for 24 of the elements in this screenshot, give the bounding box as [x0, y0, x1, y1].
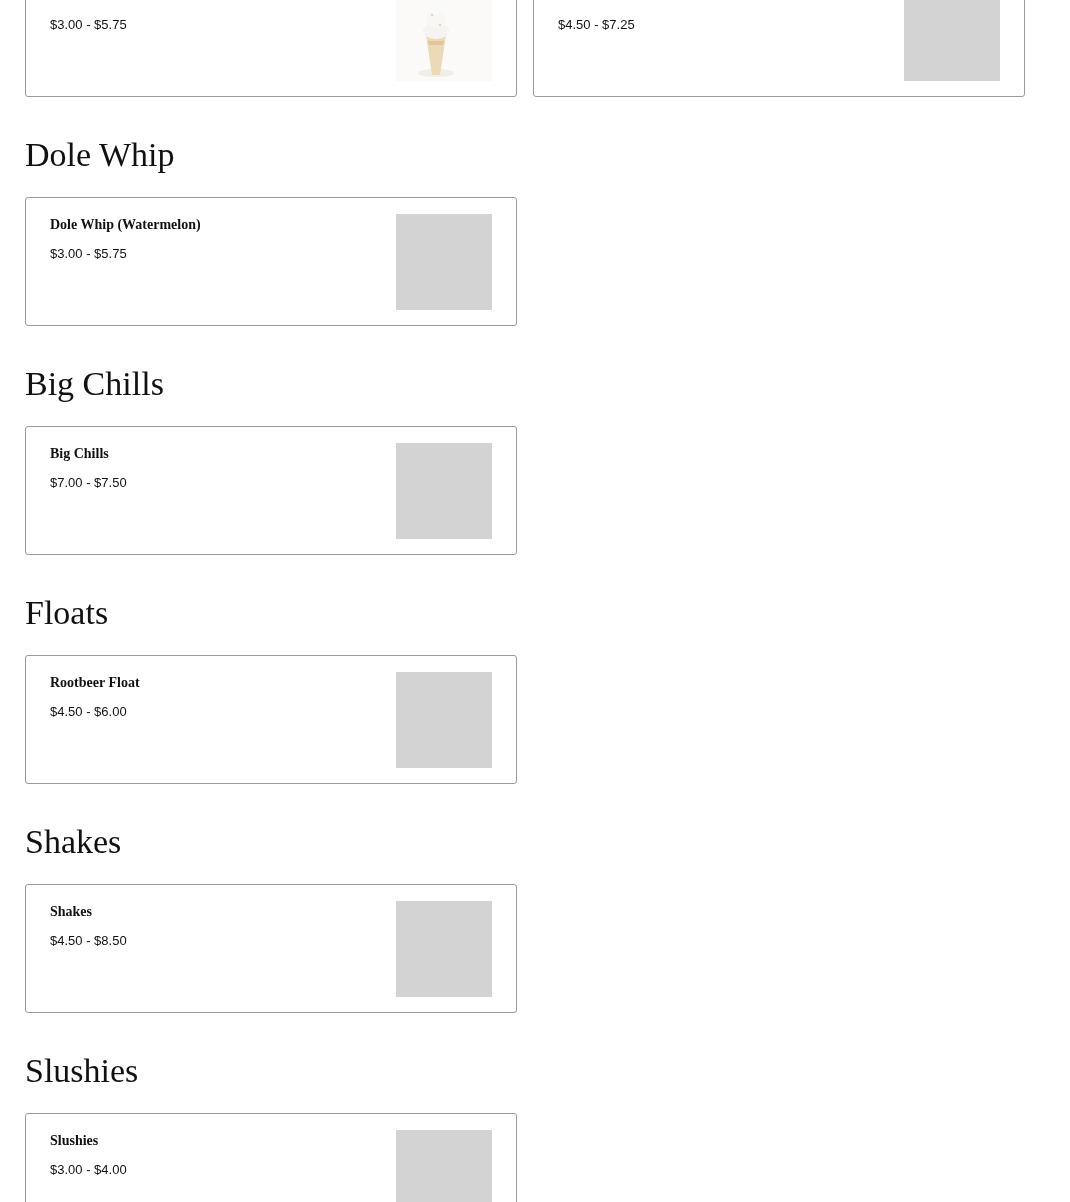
menu-item-card[interactable]: Dole Whip (Watermelon) $3.00 - $5.75: [25, 197, 517, 326]
item-name: Slushies: [50, 1133, 99, 1148]
item-price: $4.50 - $6.00: [50, 704, 127, 719]
item-price: $3.00 - $4.00: [50, 1162, 127, 1177]
item-price: $3.00 - $5.75: [50, 17, 127, 32]
item-price: $4.50 - $8.50: [50, 933, 127, 948]
section-heading: Shakes: [25, 822, 123, 862]
item-name: Rootbeer Float: [50, 675, 140, 690]
section-heading: Dole Whip: [25, 135, 176, 175]
item-price: $3.00 - $5.75: [50, 246, 127, 261]
item-price: $7.00 - $7.50: [50, 475, 127, 490]
item-name: Shakes: [50, 904, 93, 919]
menu-item-card[interactable]: $3.00 - $5.75: [25, 0, 517, 97]
item-name: Dole Whip (Watermelon): [50, 217, 201, 232]
menu-item-card[interactable]: Rootbeer Float $4.50 - $6.00: [25, 655, 517, 784]
menu-item-card[interactable]: Shakes $4.50 - $8.50: [25, 884, 517, 1013]
section-heading: Slushies: [25, 1051, 140, 1091]
menu-item-card[interactable]: Slushies $3.00 - $4.00: [25, 1113, 517, 1202]
section-heading: Floats: [25, 593, 110, 633]
section-heading: Big Chills: [25, 364, 165, 404]
item-name: Big Chills: [50, 446, 109, 461]
menu-item-card[interactable]: $4.50 - $7.25: [533, 0, 1025, 97]
menu-item-card[interactable]: Big Chills $7.00 - $7.50: [25, 426, 517, 555]
item-price: $4.50 - $7.25: [558, 17, 635, 32]
